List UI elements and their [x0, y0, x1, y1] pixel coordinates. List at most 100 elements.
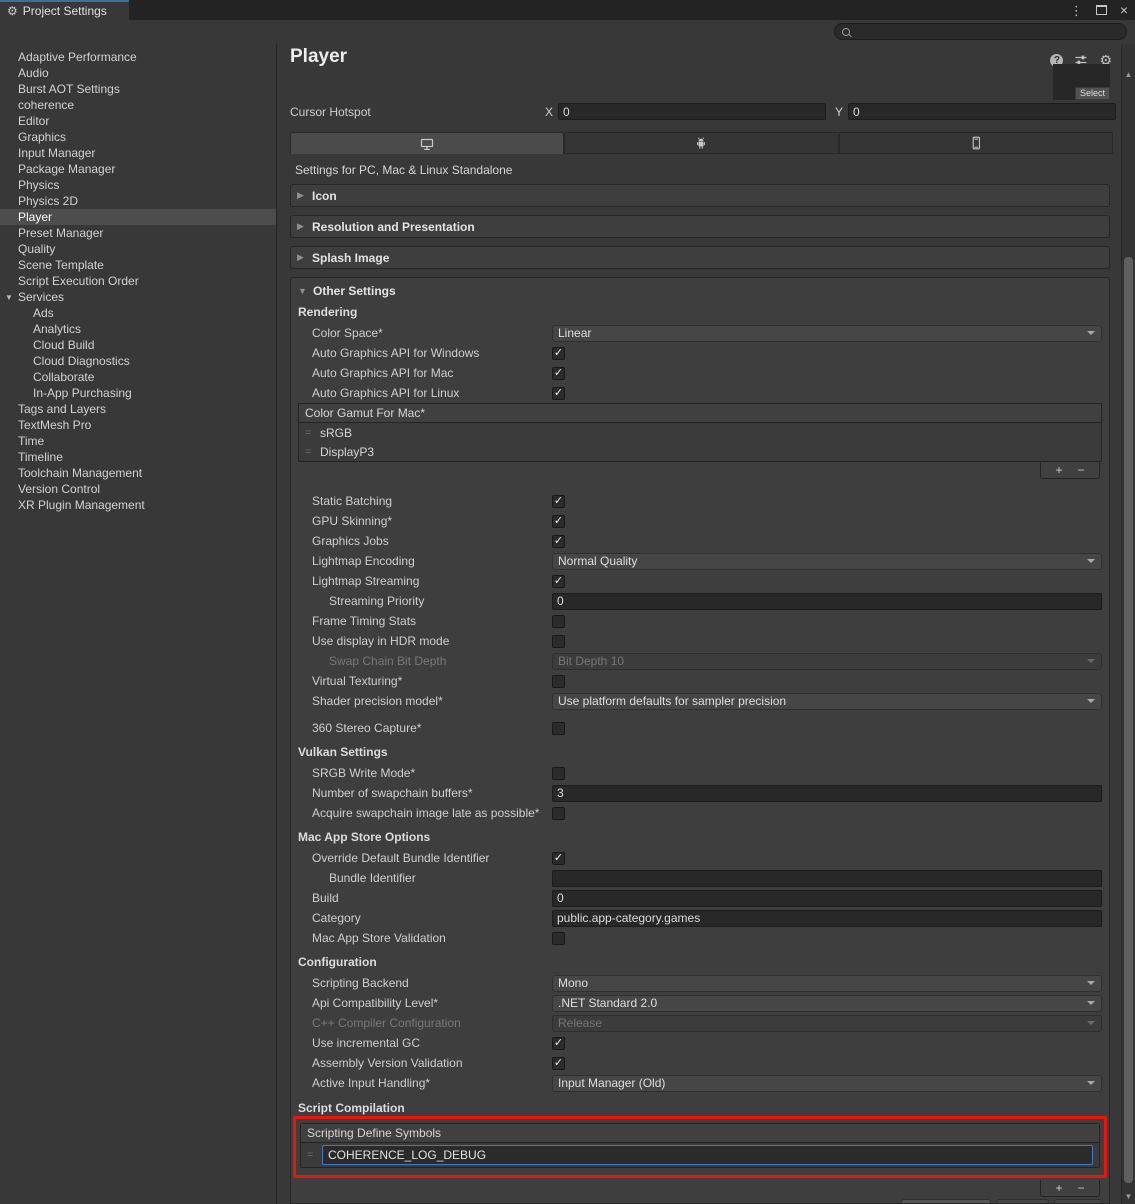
text-field[interactable] [552, 593, 1102, 610]
checkbox[interactable]: ✓ [552, 387, 565, 400]
checkbox[interactable]: ✓ [552, 495, 565, 508]
sidebar-item-textmesh-pro[interactable]: TextMesh Pro [0, 417, 276, 433]
settings-row: Build [298, 888, 1102, 908]
setting-control: .NET Standard 2.0 [552, 995, 1102, 1012]
select-button[interactable]: Select [1075, 87, 1110, 100]
section-splash-image[interactable]: ▶Splash Image [290, 246, 1110, 269]
vertical-scrollbar[interactable]: ▲ ▼ [1121, 44, 1135, 1204]
sidebar-item-version-control[interactable]: Version Control [0, 481, 276, 497]
platform-tab-desktop[interactable] [290, 132, 564, 154]
platform-tab-mobile[interactable] [839, 132, 1113, 154]
sidebar-item-time[interactable]: Time [0, 433, 276, 449]
sidebar-item-script-execution-order[interactable]: Script Execution Order [0, 273, 276, 289]
dropdown[interactable]: Linear [552, 325, 1102, 342]
cursor-hotspot-y-field[interactable] [848, 103, 1116, 120]
sidebar-item-ads[interactable]: Ads [0, 305, 276, 321]
sidebar-item-timeline[interactable]: Timeline [0, 449, 276, 465]
checkbox[interactable]: ✓ [552, 535, 565, 548]
sidebar-item-tags-and-layers[interactable]: Tags and Layers [0, 401, 276, 417]
list-item[interactable]: =sRGB [299, 423, 1101, 442]
checkbox[interactable] [552, 615, 565, 628]
dropdown[interactable]: Normal Quality [552, 553, 1102, 570]
text-field[interactable] [552, 910, 1102, 927]
kebab-menu-icon[interactable]: ⋮ [1070, 4, 1083, 17]
dropdown-arrow-icon [1087, 331, 1095, 335]
checkbox[interactable]: ✓ [552, 347, 565, 360]
scroll-down-icon[interactable]: ▼ [1122, 1192, 1135, 1201]
sidebar-item-cloud-build[interactable]: Cloud Build [0, 337, 276, 353]
sidebar-item-audio[interactable]: Audio [0, 65, 276, 81]
sidebar-item-services[interactable]: ▼Services [0, 289, 276, 305]
remove-button[interactable]: − [1078, 463, 1085, 477]
window-tab-project-settings[interactable]: ⚙ Project Settings [0, 0, 129, 20]
list-item[interactable]: = [301, 1143, 1099, 1167]
checkbox[interactable] [552, 767, 565, 780]
cursor-texture-preview[interactable]: Select [1053, 64, 1110, 100]
sidebar-item-input-manager[interactable]: Input Manager [0, 145, 276, 161]
checkbox[interactable]: ✓ [552, 852, 565, 865]
apply-button[interactable]: Apply [1054, 1199, 1102, 1204]
copy-defines-button[interactable]: Copy Defines [901, 1199, 991, 1204]
sidebar-item-cloud-diagnostics[interactable]: Cloud Diagnostics [0, 353, 276, 369]
checkbox[interactable] [552, 675, 565, 688]
search-box[interactable] [834, 23, 1127, 40]
checkbox[interactable]: ✓ [552, 1037, 565, 1050]
scroll-up-icon[interactable]: ▲ [1122, 70, 1135, 79]
sidebar-item-xr-plugin-management[interactable]: XR Plugin Management [0, 497, 276, 513]
sidebar-item-label: Cloud Diagnostics [33, 354, 130, 368]
revert-button[interactable]: Revert [996, 1199, 1049, 1204]
dropdown[interactable]: Mono [552, 975, 1102, 992]
checkbox[interactable]: ✓ [552, 515, 565, 528]
setting-label: Build [298, 891, 552, 905]
maximize-icon[interactable] [1096, 5, 1107, 15]
sidebar-item-coherence[interactable]: coherence [0, 97, 276, 113]
scrollbar-thumb[interactable] [1124, 257, 1133, 1183]
sidebar-item-in-app-purchasing[interactable]: In-App Purchasing [0, 385, 276, 401]
platform-tab-android[interactable] [564, 132, 838, 154]
checkbox[interactable] [552, 635, 565, 648]
list-item[interactable]: =DisplayP3 [299, 442, 1101, 461]
sidebar-item-quality[interactable]: Quality [0, 241, 276, 257]
cursor-hotspot-row: Cursor Hotspot X Y [290, 103, 1116, 120]
section-resolution-and-presentation[interactable]: ▶Resolution and Presentation [290, 215, 1110, 238]
text-field[interactable] [552, 785, 1102, 802]
remove-button[interactable]: − [1078, 1181, 1085, 1195]
sidebar-item-toolchain-management[interactable]: Toolchain Management [0, 465, 276, 481]
dropdown[interactable]: Input Manager (Old) [552, 1075, 1102, 1092]
sidebar-item-physics[interactable]: Physics [0, 177, 276, 193]
checkbox[interactable]: ✓ [552, 575, 565, 588]
sidebar-item-package-manager[interactable]: Package Manager [0, 161, 276, 177]
sidebar-item-analytics[interactable]: Analytics [0, 321, 276, 337]
sidebar-item-editor[interactable]: Editor [0, 113, 276, 129]
sidebar-item-graphics[interactable]: Graphics [0, 129, 276, 145]
sidebar-item-scene-template[interactable]: Scene Template [0, 257, 276, 273]
checkbox[interactable]: ✓ [552, 1057, 565, 1070]
foldout-expanded-icon[interactable]: ▼ [5, 290, 13, 306]
cursor-hotspot-x-field[interactable] [558, 103, 826, 120]
add-button[interactable]: + [1055, 1181, 1062, 1195]
checkbox[interactable]: ✓ [552, 367, 565, 380]
dropdown[interactable]: Use platform defaults for sampler precis… [552, 693, 1102, 710]
checkbox[interactable] [552, 932, 565, 945]
settings-row: Streaming Priority [298, 591, 1102, 611]
sidebar-item-burst-aot-settings[interactable]: Burst AOT Settings [0, 81, 276, 97]
page-title: Player [290, 46, 347, 68]
close-icon[interactable]: × [1120, 3, 1128, 17]
define-symbol-input[interactable] [322, 1145, 1093, 1165]
sidebar-item-physics-2d[interactable]: Physics 2D [0, 193, 276, 209]
text-field[interactable] [552, 870, 1102, 887]
settings-category-list: Adaptive PerformanceAudioBurst AOT Setti… [0, 44, 277, 1204]
sidebar-item-preset-manager[interactable]: Preset Manager [0, 225, 276, 241]
add-button[interactable]: + [1055, 463, 1062, 477]
checkbox[interactable] [552, 722, 565, 735]
checkbox[interactable] [552, 807, 565, 820]
section-icon[interactable]: ▶Icon [290, 184, 1110, 207]
text-field[interactable] [552, 890, 1102, 907]
sidebar-item-collaborate[interactable]: Collaborate [0, 369, 276, 385]
settings-row: Use incremental GC✓ [298, 1033, 1102, 1053]
sidebar-item-adaptive-performance[interactable]: Adaptive Performance [0, 49, 276, 65]
sidebar-item-player[interactable]: Player [0, 209, 276, 225]
other-settings-header[interactable]: ▼ Other Settings [298, 280, 1102, 302]
search-input[interactable] [855, 25, 1119, 39]
dropdown[interactable]: .NET Standard 2.0 [552, 995, 1102, 1012]
